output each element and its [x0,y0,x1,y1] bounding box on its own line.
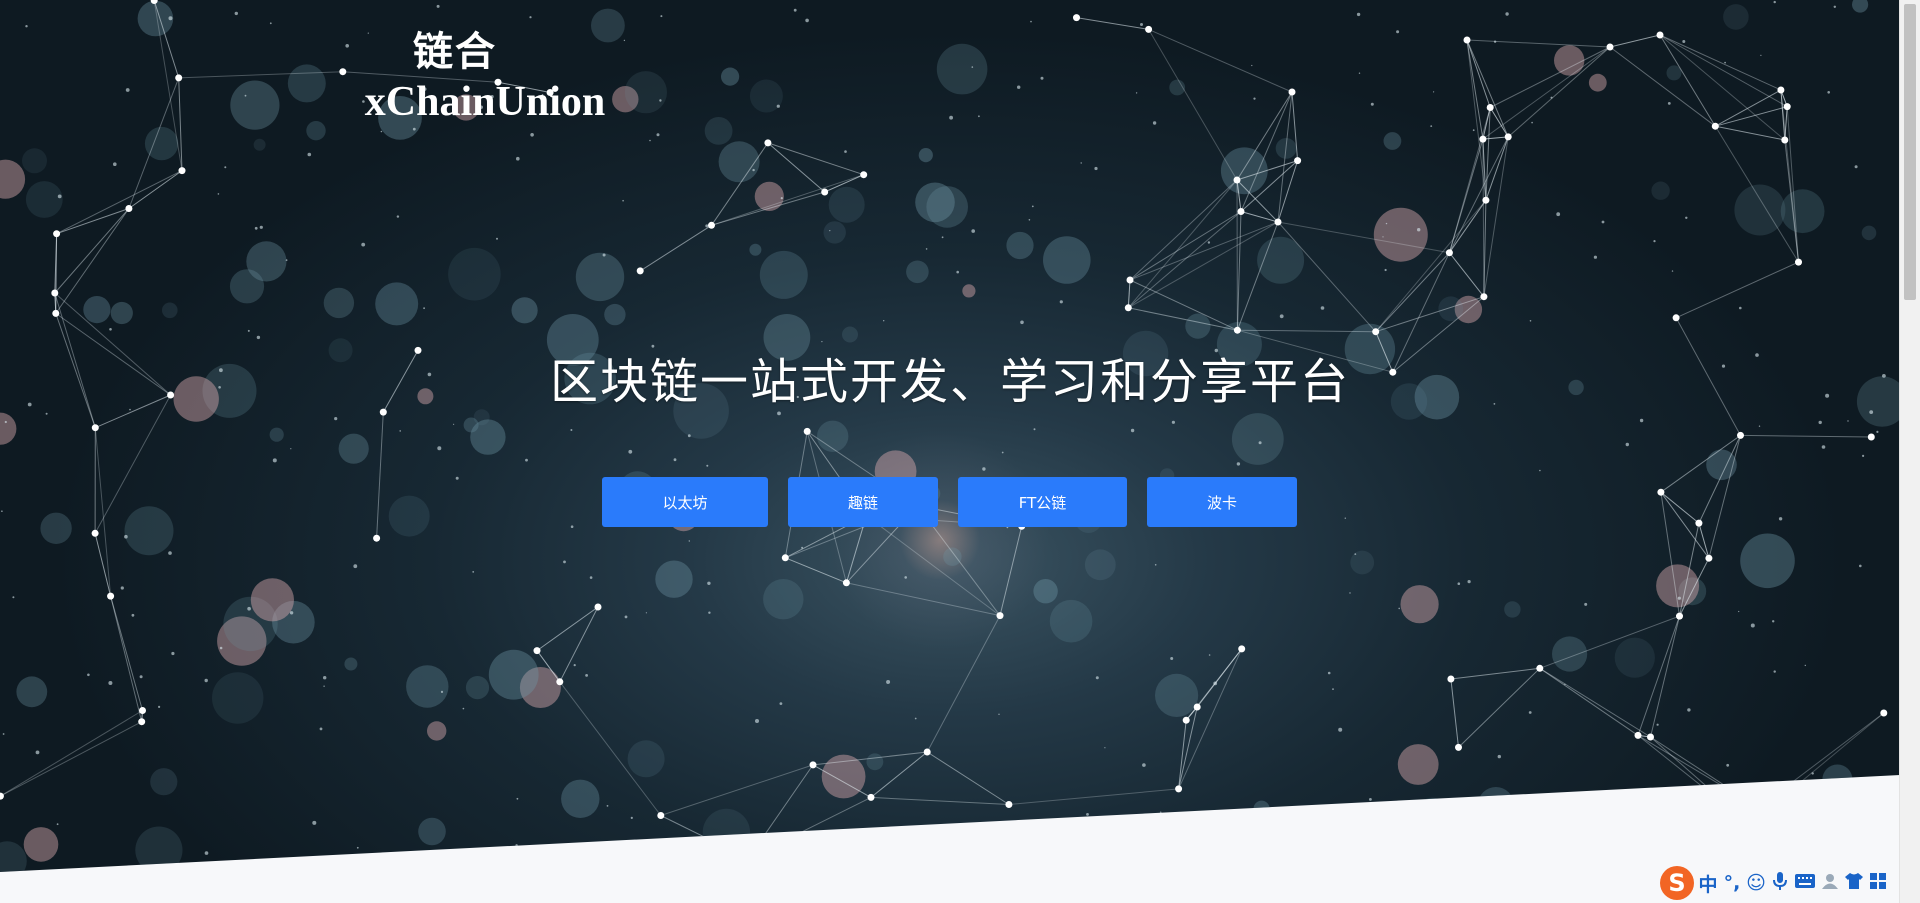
scroll-thumb[interactable] [1904,4,1916,300]
emoji-icon[interactable]: ☺ [1746,872,1766,894]
site-logo[interactable]: 链合 xChainUnion [360,28,610,128]
network-background [0,0,1900,872]
shirt-icon[interactable] [1844,872,1864,895]
qulian-button[interactable]: 趣链 [788,477,938,527]
logo-chinese: 链合 [413,29,497,74]
ime-mode-toggle[interactable]: 中 [1698,870,1718,897]
ime-toolbar[interactable]: S 中 °, ☺ [1660,866,1918,900]
ethereum-button[interactable]: 以太坊 [602,477,768,527]
keyboard-icon[interactable] [1794,872,1816,894]
sogou-logo-icon[interactable]: S [1660,866,1694,900]
hero-banner: 链合 xChainUnion 区块链一站式开发、学习和分享平台 以太坊 趣链 F… [0,0,1900,872]
grid-icon[interactable] [1868,872,1888,895]
hero-headline: 区块链一站式开发、学习和分享平台 [549,354,1350,410]
microphone-icon[interactable] [1770,871,1790,896]
logo-english: xChainUnion [364,79,606,125]
ime-punctuation-toggle[interactable]: °, [1722,872,1742,894]
page-scrollbar[interactable] [1899,0,1920,903]
polkadot-button[interactable]: 波卡 [1147,477,1297,527]
user-icon[interactable] [1820,872,1840,895]
ft-chain-button[interactable]: FT公链 [958,477,1127,527]
